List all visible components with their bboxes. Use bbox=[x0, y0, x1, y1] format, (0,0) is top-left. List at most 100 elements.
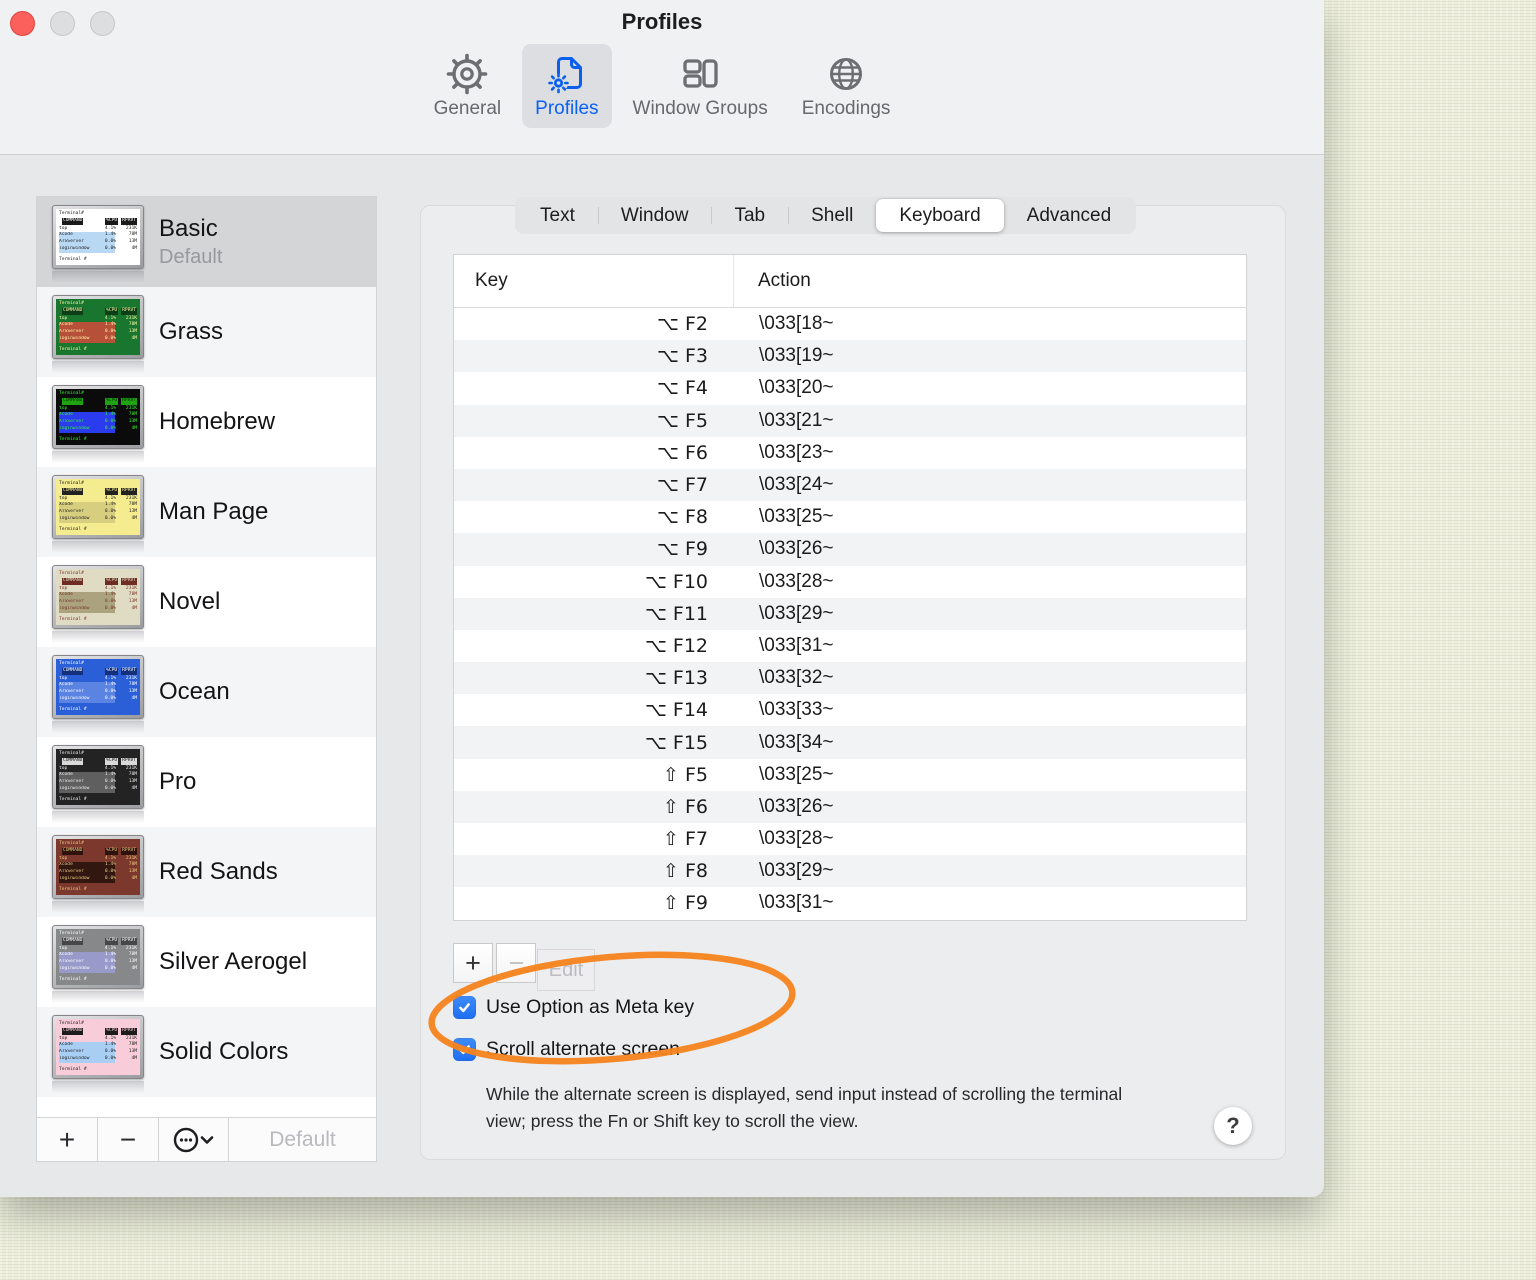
action-cell: \033[29~ bbox=[759, 860, 834, 882]
scroll-alternate-screen-label: Scroll alternate screen bbox=[486, 1038, 681, 1060]
remove-mapping-button[interactable]: − bbox=[496, 943, 537, 983]
key-mapping-row[interactable]: ⌥ F8 \033[25~ bbox=[454, 501, 1246, 533]
key-mapping-row[interactable]: ⇧ F8 \033[29~ bbox=[454, 855, 1246, 888]
key-cell: ⇧ F8 bbox=[663, 860, 708, 883]
gear-icon bbox=[446, 50, 488, 98]
key-cell: ⇧ F9 bbox=[663, 892, 708, 915]
tab-text[interactable]: Text bbox=[517, 199, 598, 232]
profile-list-item-man-page[interactable]: Terminal# COMMAND %CPU RPRVT top 4.1% 231K X… bbox=[37, 467, 376, 557]
profile-name: Solid Colors bbox=[159, 1038, 289, 1065]
scroll-alternate-screen-checkbox[interactable] bbox=[453, 1038, 476, 1061]
profile-list: Terminal# COMMAND %CPU RPRVT top 4.1% 231K X… bbox=[37, 197, 376, 1117]
tab-advanced[interactable]: Advanced bbox=[1004, 199, 1135, 232]
tab-window[interactable]: Window bbox=[597, 199, 712, 232]
add-profile-button[interactable]: + bbox=[37, 1118, 98, 1161]
scroll-alternate-screen-row: Scroll alternate screen bbox=[453, 1038, 680, 1061]
action-cell: \033[24~ bbox=[759, 474, 834, 496]
action-cell: \033[23~ bbox=[759, 441, 834, 463]
action-cell: \033[26~ bbox=[759, 538, 834, 560]
document-gear-icon bbox=[546, 50, 588, 98]
profile-thumbnail: Terminal# COMMAND %CPU RPRVT top 4.1% 231K X… bbox=[52, 655, 144, 733]
key-cell: ⌥ F5 bbox=[657, 409, 708, 432]
toolbar-item-profiles[interactable]: Profiles bbox=[522, 44, 612, 128]
key-cell: ⌥ F11 bbox=[644, 602, 708, 625]
profile-tabs: Text Window Tab Shell Keyboard Advanced bbox=[515, 197, 1137, 234]
ellipsis-circle-chevron-icon bbox=[173, 1127, 213, 1152]
key-mappings-table: Key Action ⌥ F2 \033[18~ ⌥ F3 \033[19~ ⌥… bbox=[453, 254, 1247, 921]
window-title: Profiles bbox=[621, 9, 703, 34]
action-cell: \033[25~ bbox=[759, 763, 834, 785]
globe-icon bbox=[825, 50, 867, 98]
profile-list-footer: + − Default bbox=[37, 1117, 376, 1161]
question-mark-icon: ? bbox=[1226, 1113, 1240, 1138]
toolbar-item-window-groups[interactable]: Window Groups bbox=[620, 44, 781, 128]
key-mapping-row[interactable]: ⌥ F11 \033[29~ bbox=[454, 597, 1246, 630]
action-cell: \033[31~ bbox=[759, 892, 834, 914]
profile-list-item-homebrew[interactable]: Terminal# COMMAND %CPU RPRVT top 4.1% 231K X… bbox=[37, 377, 376, 467]
key-cell: ⇧ F6 bbox=[663, 795, 708, 818]
key-cell: ⌥ F9 bbox=[657, 538, 708, 561]
profile-list-item-silver-aerogel[interactable]: Terminal# COMMAND %CPU RPRVT top 4.1% 231K X… bbox=[37, 917, 376, 1007]
mapping-actions: + − Edit bbox=[453, 943, 595, 993]
use-option-as-meta-row: Use Option as Meta key bbox=[453, 996, 694, 1019]
key-mapping-row[interactable]: ⇧ F5 \033[25~ bbox=[454, 759, 1246, 791]
profile-list-item-grass[interactable]: Terminal# COMMAND %CPU RPRVT top 4.1% 231K X… bbox=[37, 287, 376, 377]
profile-list-item-red-sands[interactable]: Terminal# COMMAND %CPU RPRVT top 4.1% 231K X… bbox=[37, 827, 376, 917]
key-mapping-row[interactable]: ⇧ F7 \033[28~ bbox=[454, 823, 1246, 855]
profile-thumbnail: Terminal# COMMAND %CPU RPRVT top 4.1% 231K X… bbox=[52, 475, 144, 553]
profile-thumbnail: Terminal# COMMAND %CPU RPRVT top 4.1% 231K X… bbox=[52, 925, 144, 1003]
profile-name: Novel bbox=[159, 588, 221, 615]
toolbar-item-label: Profiles bbox=[535, 98, 599, 119]
action-cell: \033[25~ bbox=[759, 506, 834, 528]
terminal-preferences-window: Profiles General Profiles Window Groups … bbox=[0, 0, 1324, 1197]
set-default-button[interactable]: Default bbox=[229, 1118, 376, 1161]
action-cell: \033[29~ bbox=[759, 602, 834, 624]
key-mapping-row[interactable]: ⌥ F4 \033[20~ bbox=[454, 372, 1246, 404]
checkmark-icon bbox=[459, 1045, 470, 1055]
edit-mapping-button[interactable]: Edit bbox=[537, 949, 595, 991]
profile-list-item-solid-colors[interactable]: Terminal# COMMAND %CPU RPRVT top 4.1% 231K X… bbox=[37, 1007, 376, 1097]
action-cell: \033[34~ bbox=[759, 731, 834, 753]
key-mapping-row[interactable]: ⌥ F3 \033[19~ bbox=[454, 340, 1246, 373]
key-mapping-row[interactable]: ⌥ F15 \033[34~ bbox=[454, 726, 1246, 759]
tab-keyboard[interactable]: Keyboard bbox=[876, 199, 1004, 232]
key-mapping-row[interactable]: ⌥ F13 \033[32~ bbox=[454, 662, 1246, 695]
key-mapping-row[interactable]: ⌥ F12 \033[31~ bbox=[454, 630, 1246, 662]
key-mapping-row[interactable]: ⌥ F9 \033[26~ bbox=[454, 533, 1246, 566]
use-option-as-meta-checkbox[interactable] bbox=[453, 996, 476, 1019]
action-cell: \033[20~ bbox=[759, 377, 834, 399]
help-button[interactable]: ? bbox=[1214, 1107, 1252, 1145]
key-mapping-row[interactable]: ⇧ F9 \033[31~ bbox=[454, 887, 1246, 919]
key-cell: ⌥ F15 bbox=[644, 731, 708, 754]
profile-list-item-pro[interactable]: Terminal# COMMAND %CPU RPRVT top 4.1% 231K X… bbox=[37, 737, 376, 827]
action-cell: \033[28~ bbox=[759, 828, 834, 850]
preferences-toolbar: General Profiles Window Groups Encodings bbox=[0, 44, 1324, 128]
profile-list-item-novel[interactable]: Terminal# COMMAND %CPU RPRVT top 4.1% 231K X… bbox=[37, 557, 376, 647]
profile-thumbnail: Terminal# COMMAND %CPU RPRVT top 4.1% 231K X… bbox=[52, 205, 144, 283]
key-mapping-row[interactable]: ⇧ F6 \033[26~ bbox=[454, 790, 1246, 823]
key-mapping-row[interactable]: ⌥ F14 \033[33~ bbox=[454, 694, 1246, 726]
table-body: ⌥ F2 \033[18~ ⌥ F3 \033[19~ ⌥ F4 \033[20… bbox=[454, 308, 1246, 920]
tab-tab[interactable]: Tab bbox=[711, 199, 788, 232]
profile-list-item-ocean[interactable]: Terminal# COMMAND %CPU RPRVT top 4.1% 231K X… bbox=[37, 647, 376, 737]
profile-list-item-basic[interactable]: Terminal# COMMAND %CPU RPRVT top 4.1% 231K X… bbox=[37, 197, 376, 287]
key-cell: ⌥ F2 bbox=[657, 313, 708, 336]
tab-shell[interactable]: Shell bbox=[788, 199, 876, 232]
profile-thumbnail: Terminal# COMMAND %CPU RPRVT top 4.1% 231K X… bbox=[52, 1015, 144, 1093]
action-cell: \033[28~ bbox=[759, 570, 834, 592]
key-cell: ⌥ F14 bbox=[644, 699, 708, 722]
key-mapping-row[interactable]: ⌥ F7 \033[24~ bbox=[454, 468, 1246, 502]
toolbar-item-general[interactable]: General bbox=[421, 44, 515, 128]
key-mapping-row[interactable]: ⌥ F5 \033[21~ bbox=[454, 404, 1246, 437]
profile-name: Silver Aerogel bbox=[159, 948, 308, 975]
key-mapping-row[interactable]: ⌥ F2 \033[18~ bbox=[454, 308, 1246, 340]
toolbar-item-label: Window Groups bbox=[632, 98, 768, 119]
add-mapping-button[interactable]: + bbox=[453, 943, 493, 983]
remove-profile-button[interactable]: − bbox=[98, 1118, 159, 1161]
key-mapping-row[interactable]: ⌥ F10 \033[28~ bbox=[454, 566, 1246, 598]
more-options-button[interactable] bbox=[159, 1118, 229, 1161]
key-cell: ⌥ F12 bbox=[644, 634, 708, 657]
key-cell: ⌥ F13 bbox=[644, 667, 708, 690]
key-mapping-row[interactable]: ⌥ F6 \033[23~ bbox=[454, 437, 1246, 469]
toolbar-item-encodings[interactable]: Encodings bbox=[789, 44, 904, 128]
